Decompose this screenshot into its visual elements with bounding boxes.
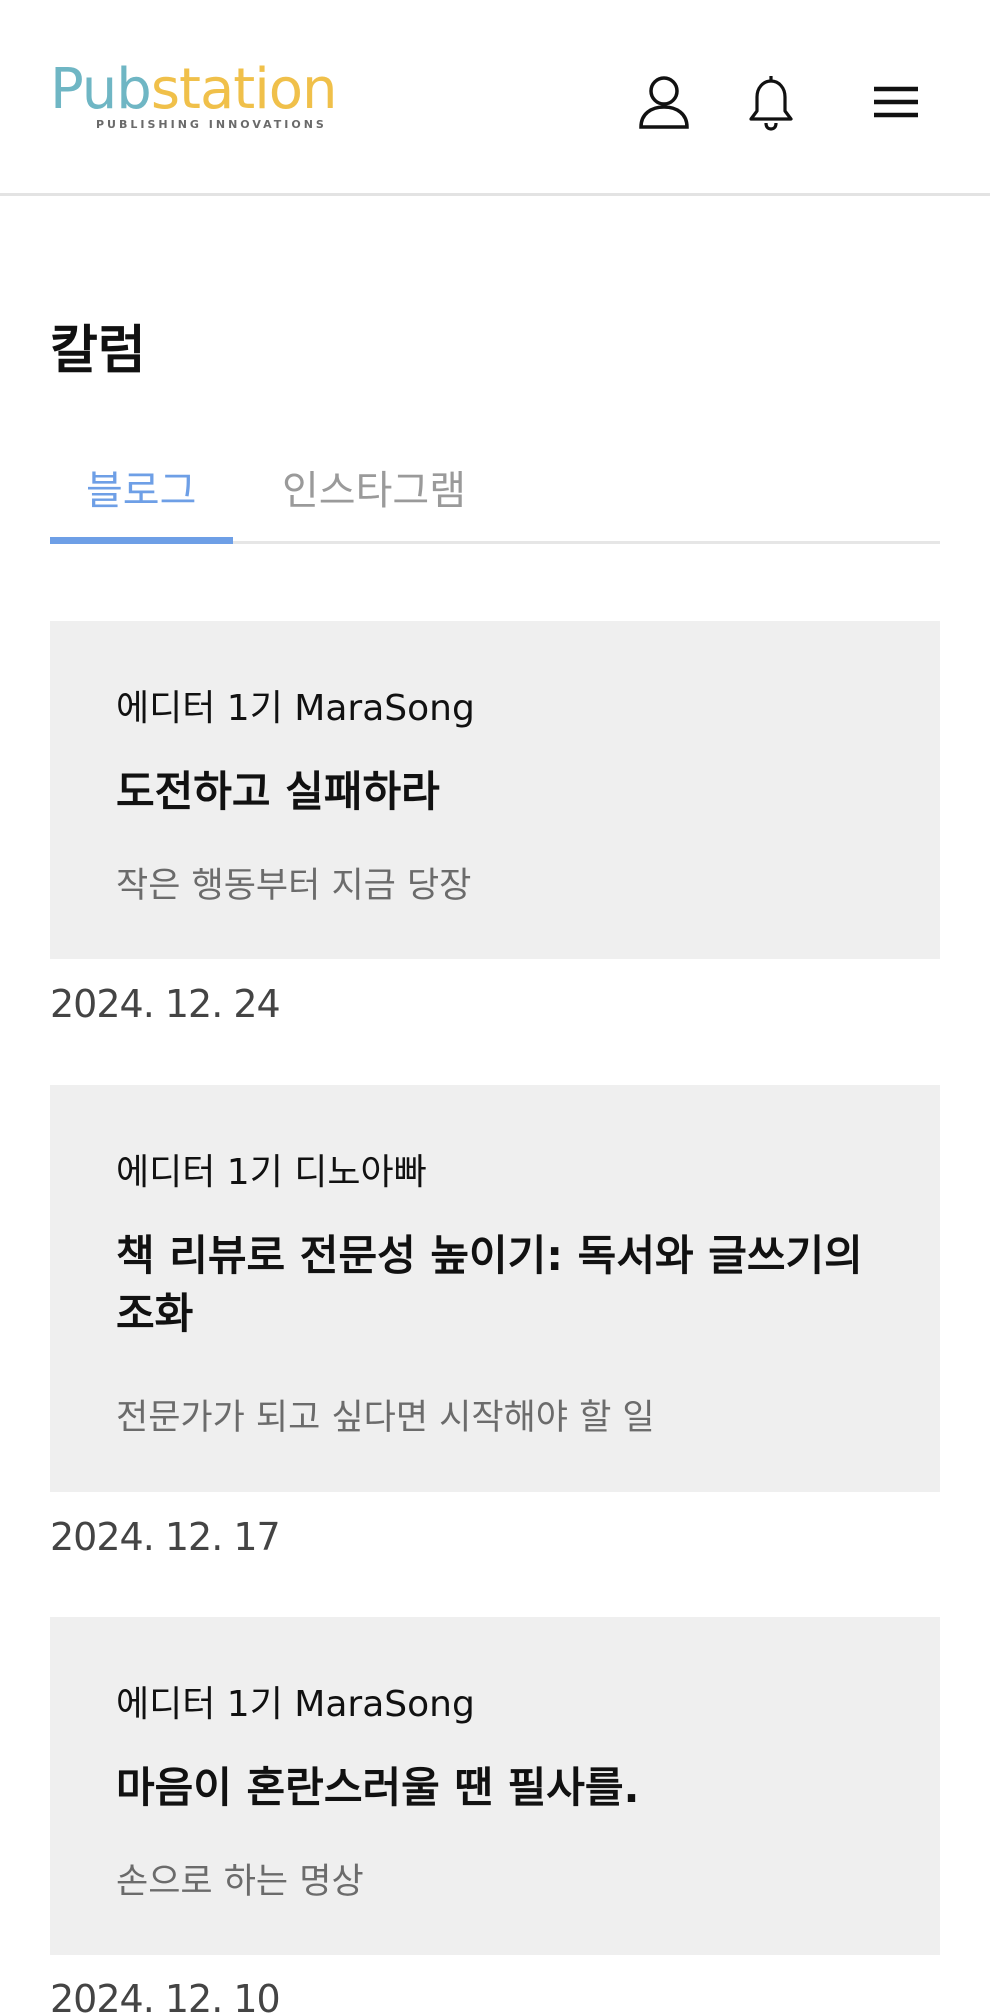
post-date: 2024. 12. 17 bbox=[50, 1515, 281, 1559]
post-title: 마음이 혼란스러울 땐 필사를. bbox=[116, 1763, 640, 1812]
logo-tagline: PUBLISHING INNOVATIONS bbox=[96, 118, 327, 131]
post-author: 에디터 1기 MaraSong bbox=[116, 688, 475, 729]
column-tabs: 블로그 인스타그램 bbox=[50, 436, 940, 544]
top-header: Pubstation PUBLISHING INNOVATIONS bbox=[0, 0, 990, 196]
post-card[interactable]: 에디터 1기 MaraSong 마음이 혼란스러울 땐 필사를. 손으로 하는 … bbox=[50, 1617, 940, 1955]
post-title: 책 리뷰로 전문성 높이기: 독서와 글쓰기의 조화 bbox=[116, 1231, 863, 1338]
post-card[interactable]: 에디터 1기 디노아빠 책 리뷰로 전문성 높이기: 독서와 글쓰기의 조화 전… bbox=[50, 1085, 940, 1492]
tab-blog[interactable]: 블로그 bbox=[86, 458, 196, 516]
pubstation-logo[interactable]: Pubstation PUBLISHING INNOVATIONS bbox=[50, 58, 360, 138]
post-subtitle: 손으로 하는 명상 bbox=[116, 1862, 364, 1902]
tab-instagram[interactable]: 인스타그램 bbox=[282, 458, 466, 516]
logo-wordmark: Pubstation bbox=[50, 58, 360, 122]
logo-part-pub: Pub bbox=[50, 57, 152, 122]
post-subtitle: 작은 행동부터 지금 당장 bbox=[116, 866, 472, 906]
post-author: 에디터 1기 MaraSong bbox=[116, 1684, 475, 1725]
hamburger-menu-icon[interactable] bbox=[868, 72, 924, 132]
user-icon[interactable] bbox=[636, 72, 692, 132]
post-subtitle: 전문가가 되고 싶다면 시작해야 할 일 bbox=[116, 1398, 655, 1438]
post-title: 도전하고 실패하라 bbox=[116, 767, 440, 816]
post-date: 2024. 12. 10 bbox=[50, 1977, 281, 2013]
post-date: 2024. 12. 24 bbox=[50, 982, 281, 1026]
bell-icon[interactable] bbox=[743, 72, 799, 132]
post-author: 에디터 1기 디노아빠 bbox=[116, 1152, 427, 1193]
active-tab-indicator bbox=[50, 537, 233, 544]
logo-part-station: station bbox=[150, 57, 338, 122]
post-card[interactable]: 에디터 1기 MaraSong 도전하고 실패하라 작은 행동부터 지금 당장 bbox=[50, 621, 940, 959]
page-title: 칼럼 bbox=[50, 321, 146, 381]
